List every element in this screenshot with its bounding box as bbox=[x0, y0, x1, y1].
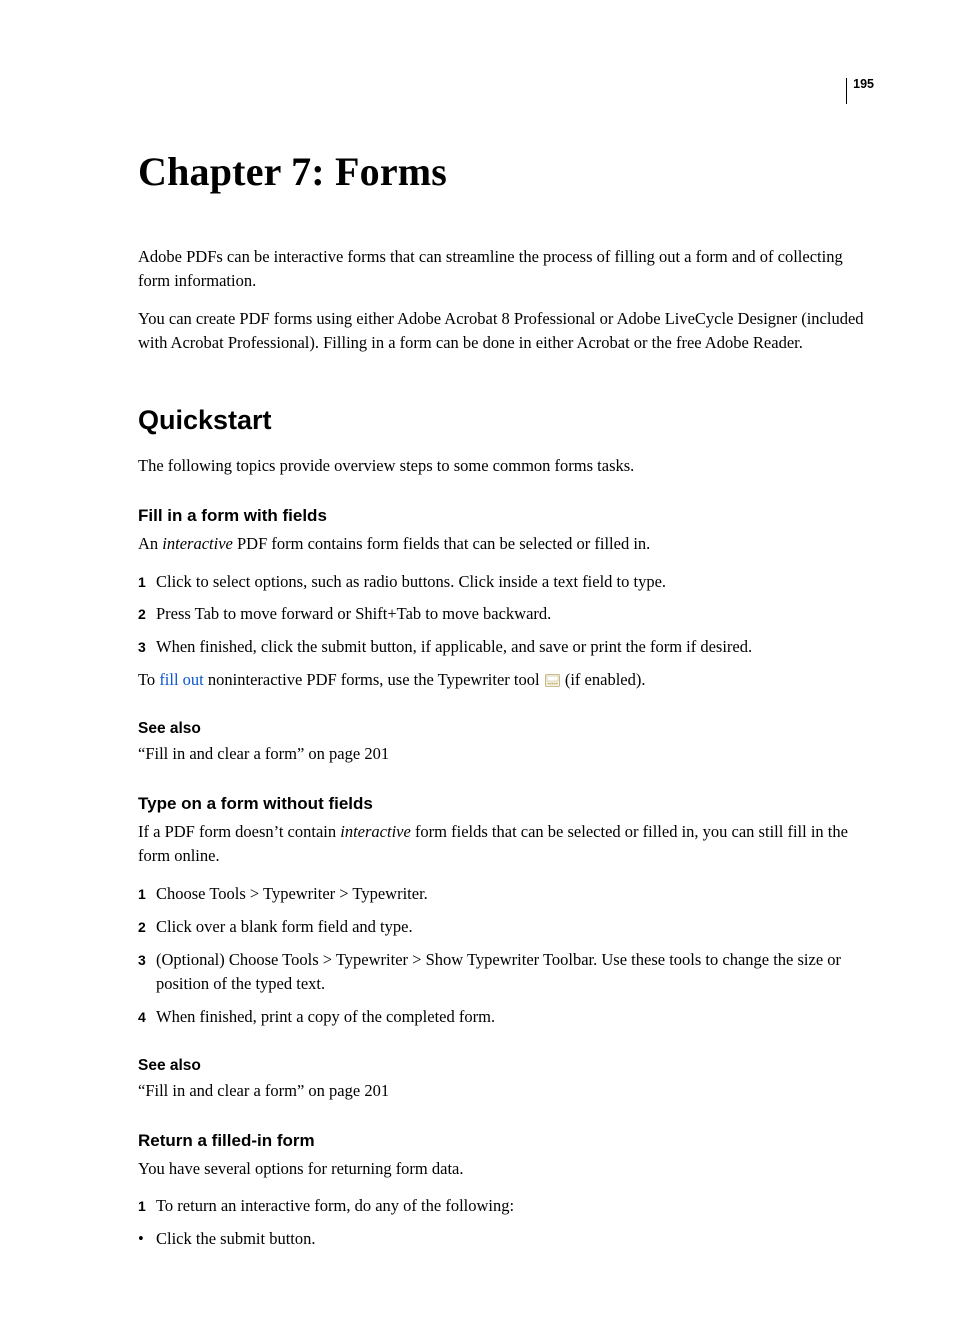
list-item: 1 Click to select options, such as radio… bbox=[138, 570, 874, 594]
step-number: 3 bbox=[138, 635, 156, 657]
step-text: Choose Tools > Typewriter > Typewriter. bbox=[156, 882, 874, 906]
section-quickstart-heading: Quickstart bbox=[138, 405, 874, 436]
step-number: 4 bbox=[138, 1005, 156, 1027]
step-number: 2 bbox=[138, 915, 156, 937]
type-on-lead-em: interactive bbox=[340, 822, 411, 841]
bullet-icon: • bbox=[138, 1227, 156, 1251]
list-item: 2 Press Tab to move forward or Shift+Tab… bbox=[138, 602, 874, 626]
step-text: When finished, print a copy of the compl… bbox=[156, 1005, 874, 1029]
fill-in-tail-post: (if enabled). bbox=[561, 670, 646, 689]
page: 195 Chapter 7: Forms Adobe PDFs can be i… bbox=[0, 0, 954, 1320]
step-text: When finished, click the submit button, … bbox=[156, 635, 874, 659]
type-on-lead-pre: If a PDF form doesn’t contain bbox=[138, 822, 340, 841]
step-text: Click over a blank form field and type. bbox=[156, 915, 874, 939]
step-text: Press Tab to move forward or Shift+Tab t… bbox=[156, 602, 874, 626]
list-item: 4 When finished, print a copy of the com… bbox=[138, 1005, 874, 1029]
see-also-heading: See also bbox=[138, 720, 874, 738]
step-number: 1 bbox=[138, 570, 156, 592]
see-also-text: “Fill in and clear a form” on page 201 bbox=[138, 742, 874, 766]
list-item: 2 Click over a blank form field and type… bbox=[138, 915, 874, 939]
see-also-text: “Fill in and clear a form” on page 201 bbox=[138, 1079, 874, 1103]
fill-in-tail-mid: noninteractive PDF forms, use the Typewr… bbox=[204, 670, 544, 689]
type-on-lead: If a PDF form doesn’t contain interactiv… bbox=[138, 820, 874, 868]
step-text: Click to select options, such as radio b… bbox=[156, 570, 874, 594]
typewriter-icon bbox=[545, 670, 560, 683]
list-item: 1 Choose Tools > Typewriter > Typewriter… bbox=[138, 882, 874, 906]
fill-in-lead: An interactive PDF form contains form fi… bbox=[138, 532, 874, 556]
step-text: To return an interactive form, do any of… bbox=[156, 1194, 874, 1218]
step-number: 2 bbox=[138, 602, 156, 624]
step-number: 3 bbox=[138, 948, 156, 970]
page-number-marker: 195 bbox=[846, 78, 874, 104]
intro-paragraph-1: Adobe PDFs can be interactive forms that… bbox=[138, 245, 874, 293]
see-also-heading: See also bbox=[138, 1057, 874, 1075]
fill-out-link[interactable]: fill out bbox=[159, 670, 203, 689]
step-text: (Optional) Choose Tools > Typewriter > S… bbox=[156, 948, 874, 996]
fill-in-lead-em: interactive bbox=[162, 534, 233, 553]
fill-in-tail: To fill out noninteractive PDF forms, us… bbox=[138, 668, 874, 692]
list-item: 3 (Optional) Choose Tools > Typewriter >… bbox=[138, 948, 874, 996]
chapter-title: Chapter 7: Forms bbox=[138, 148, 874, 195]
list-item: 1 To return an interactive form, do any … bbox=[138, 1194, 874, 1218]
intro-paragraph-2: You can create PDF forms using either Ad… bbox=[138, 307, 874, 355]
subsection-return-heading: Return a filled-in form bbox=[138, 1131, 874, 1151]
subsection-type-on-heading: Type on a form without fields bbox=[138, 794, 874, 814]
bullet-text: Click the submit button. bbox=[156, 1227, 874, 1251]
page-number: 195 bbox=[853, 78, 874, 91]
subsection-fill-in-heading: Fill in a form with fields bbox=[138, 506, 874, 526]
quickstart-lead: The following topics provide overview st… bbox=[138, 454, 874, 478]
fill-in-lead-pre: An bbox=[138, 534, 162, 553]
fill-in-tail-pre: To bbox=[138, 670, 159, 689]
return-lead: You have several options for returning f… bbox=[138, 1157, 874, 1181]
list-item: • Click the submit button. bbox=[138, 1227, 874, 1251]
list-item: 3 When finished, click the submit button… bbox=[138, 635, 874, 659]
fill-in-lead-post: PDF form contains form fields that can b… bbox=[233, 534, 650, 553]
step-number: 1 bbox=[138, 882, 156, 904]
step-number: 1 bbox=[138, 1194, 156, 1216]
